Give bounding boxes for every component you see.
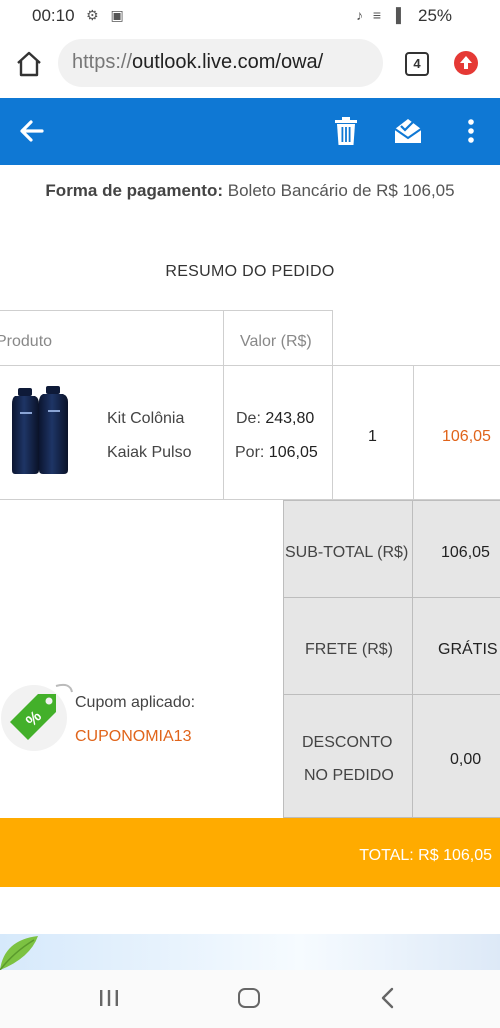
product-image[interactable] xyxy=(12,384,76,476)
subtotal-value: 106,05 xyxy=(441,544,490,561)
price-to: Por: 106,05 xyxy=(235,444,318,462)
coupon-tag-icon: % xyxy=(1,683,73,751)
discount-label-cell xyxy=(283,694,413,818)
header-product: Produto xyxy=(0,333,53,350)
coupon-code: CUPONOMIA13 xyxy=(75,728,192,745)
product-name-line1: Kit Colônia xyxy=(107,410,185,427)
shipping-label: FRETE (R$) xyxy=(305,641,393,658)
more-options-icon[interactable] xyxy=(462,117,480,145)
home-icon[interactable] xyxy=(14,49,44,79)
mark-read-icon[interactable] xyxy=(393,116,423,146)
payment-value: Boleto Bancário de R$ 106,05 xyxy=(227,181,455,200)
price-from: De: 243,80 xyxy=(236,410,314,428)
update-icon[interactable] xyxy=(454,51,478,75)
payment-label: Forma de pagamento: xyxy=(45,181,224,200)
mail-toolbar xyxy=(0,98,500,165)
status-time: 00:10 xyxy=(32,6,75,25)
url-scheme: https:// xyxy=(72,51,133,73)
leaf-icon xyxy=(0,936,38,970)
tab-switcher-button[interactable]: 4 xyxy=(405,52,429,76)
item-quantity: 1 xyxy=(368,428,377,445)
url-text[interactable]: https://outlook.live.com/owa/ xyxy=(72,51,323,74)
price-from-label: De: xyxy=(236,410,261,427)
signal-wifi-icons: ♪ ≡ ▐ xyxy=(356,7,404,23)
promo-banner[interactable] xyxy=(0,934,500,970)
arrow-up-icon xyxy=(460,56,472,69)
nav-home-icon[interactable] xyxy=(238,988,260,1008)
discount-label-line2: NO PEDIDO xyxy=(304,767,394,784)
battery-level: 25% xyxy=(418,6,453,25)
summary-title: RESUMO DO PEDIDO xyxy=(165,263,335,280)
nav-back-icon[interactable] xyxy=(380,987,396,1009)
price-cell xyxy=(223,365,333,500)
payment-method: Forma de pagamento: Boleto Bancário de R… xyxy=(0,181,500,201)
price-to-value: 106,05 xyxy=(268,444,318,461)
discount-value: 0,00 xyxy=(450,751,482,768)
url-host: outlook.live.com/owa/ xyxy=(132,51,324,73)
shipping-value: GRÁTIS xyxy=(438,641,498,658)
price-from-value: 243,80 xyxy=(265,410,315,427)
notification-icons: ⚙ ▣ xyxy=(86,7,128,23)
back-arrow-icon[interactable] xyxy=(18,117,46,145)
product-name-line2: Kaiak Pulso xyxy=(107,444,192,461)
coupon-label: Cupom aplicado: xyxy=(75,694,196,711)
price-to-label: Por: xyxy=(235,444,265,461)
header-value: Valor (R$) xyxy=(240,333,312,350)
trash-icon[interactable] xyxy=(334,116,358,146)
subtotal-label: SUB-TOTAL (R$) xyxy=(285,544,409,561)
recent-apps-icon[interactable] xyxy=(98,989,120,1007)
item-total: 106,05 xyxy=(442,428,491,445)
order-total: TOTAL: R$ 106,05 xyxy=(359,847,492,864)
discount-label-line1: DESCONTO xyxy=(302,734,393,751)
